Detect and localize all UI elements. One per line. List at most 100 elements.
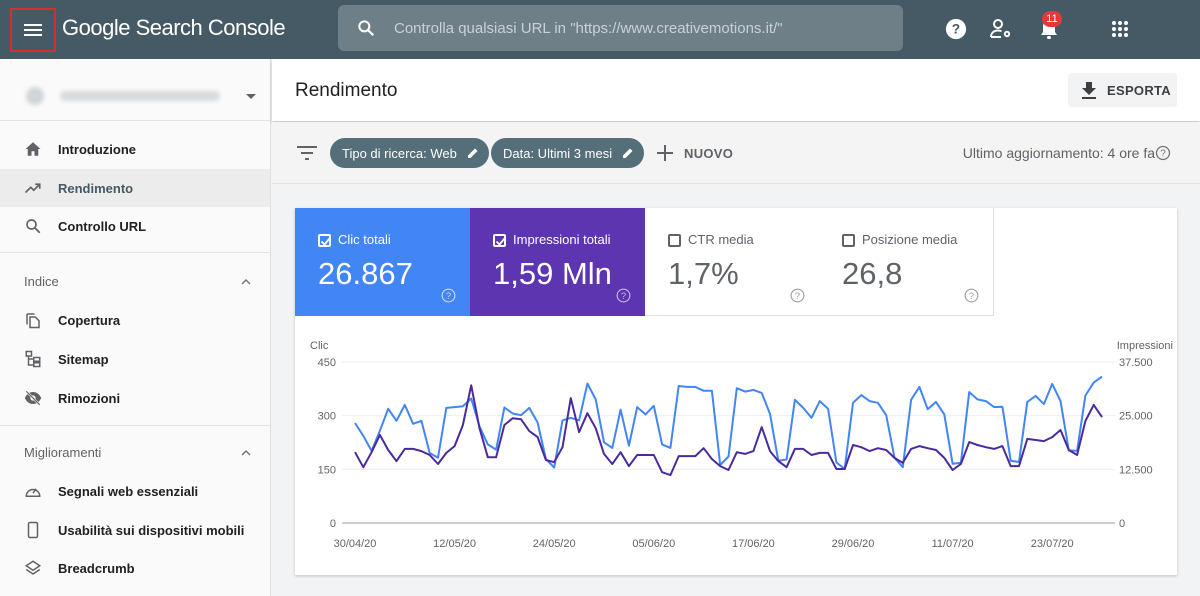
edit-icon [467,148,478,158]
property-selector[interactable] [0,65,270,121]
trending-up-icon [24,183,41,194]
metric-label: Posizione media [862,232,958,247]
page-title: Rendimento [295,80,398,101]
y-axis-left-title: Clic [310,340,329,352]
help-icon[interactable]: ? [1155,145,1171,161]
metric-value: 1,7% [668,256,739,291]
checkbox-unchecked[interactable] [668,234,681,247]
settings-user-button[interactable] [986,14,1016,44]
sidebar-item-breadcrumb[interactable]: Breadcrumb [0,549,270,587]
sidebar-item-usabilita-mobile[interactable]: Usabilità sui dispositivi mobili [0,511,270,549]
speedometer-icon [25,488,41,497]
checkbox-unchecked[interactable] [842,234,855,247]
smartphone-icon [27,521,39,539]
chip-label: Data: Ultimi 3 mesi [503,145,613,161]
sidebar-item-label: Rendimento [58,180,134,196]
chip-label: Tipo di ricerca: Web [342,145,457,161]
metric-tile-impressions[interactable]: Impressioni totali 1,59 Mln ? [470,208,645,316]
sidebar-item-sitemap[interactable]: Sitemap [0,340,270,378]
notifications-badge: 11 [1042,11,1062,27]
chart-svg: Clic Impressioni 0 150 300 450 0 12.500 25.000 37… [310,340,1173,550]
metric-value: 26,8 [842,256,903,291]
search-icon [26,219,41,234]
y-tick-label-right: 12.500 [1119,464,1153,476]
main-menu-button[interactable] [10,8,56,52]
help-icon[interactable]: ? [964,288,979,303]
help-icon[interactable]: ? [790,288,805,303]
filter-chip-date[interactable]: Data: Ultimi 3 mesi [491,138,645,168]
y-tick-label-left: 0 [330,518,336,530]
metric-tile-position[interactable]: Posizione media 26,8 ? [819,208,994,316]
help-icon[interactable]: ? [616,288,631,303]
chevron-up-icon[interactable] [241,448,251,458]
svg-text:?: ? [446,291,451,301]
y-tick-label-left: 150 [318,464,336,476]
series-line-impressioni [354,375,1103,470]
url-inspection-input[interactable] [394,19,874,37]
y-tick-label-left: 450 [318,357,336,369]
logo-product: Search Console [129,15,286,40]
x-tick-label: 12/05/20 [433,538,476,550]
checkbox-checked[interactable] [318,234,331,247]
apps-button[interactable] [1105,14,1135,44]
app-logo[interactable]: Google Search Console [62,15,286,41]
menu-icon [24,24,42,36]
logo-google: Google [62,15,130,40]
filter-bar: Tipo di ricerca: Web Data: Ultimi 3 mesi… [272,122,1200,184]
dropdown-caret-icon [246,94,256,99]
new-filter-button[interactable]: NUOVO [656,142,733,164]
sidebar-item-introduzione[interactable]: Introduzione [0,130,270,168]
sidebar-item-label: Controllo URL [58,218,147,234]
x-tick-label: 11/07/20 [932,538,974,550]
edit-icon [623,148,633,158]
filter-icon[interactable] [297,145,317,161]
metric-label: Clic totali [338,232,391,247]
metric-value: 26.867 [318,256,413,291]
x-tick-label: 30/04/20 [334,538,377,550]
filter-chip-search-type[interactable]: Tipo di ricerca: Web [330,138,489,168]
layers-icon [24,560,42,575]
sidebar-item-label: Introduzione [58,141,136,157]
download-icon [1082,82,1096,99]
section-title-indice: Indice [24,274,59,289]
checkbox-checked[interactable] [493,234,506,247]
sidebar-item-copertura[interactable]: Copertura [0,301,270,339]
series-line-clic [354,384,1103,477]
help-icon[interactable]: ? [441,288,456,303]
x-tick-label: 05/06/20 [632,538,675,550]
sidebar-item-controllo-url[interactable]: Controllo URL [0,207,270,245]
sidebar-item-label: Segnali web essenziali [58,483,199,499]
metric-label: CTR media [688,232,754,247]
sidebar-item-rendimento[interactable]: Rendimento [0,169,270,207]
section-title-miglioramenti: Miglioramenti [24,445,102,460]
sidebar-divider [0,425,270,426]
x-tick-label: 23/07/20 [1031,538,1074,550]
sidebar-item-rimozioni[interactable]: Rimozioni [0,379,270,417]
export-label: ESPORTA [1107,83,1171,98]
plus-icon [657,145,673,161]
user-settings-icon [990,19,1011,38]
property-name-blurred [60,91,220,101]
svg-text:?: ? [969,291,974,301]
metric-tile-ctr[interactable]: CTR media 1,7% ? [645,208,820,316]
svg-text:?: ? [952,22,960,37]
sidebar-divider [0,252,270,253]
sidebar: Introduzione Rendimento Controllo URL In… [0,59,271,596]
metric-label: Impressioni totali [513,232,611,247]
y-tick-label-right: 37.500 [1119,357,1153,369]
metric-value: 1,59 Mln [493,256,612,291]
sitemap-icon [25,350,41,368]
sidebar-item-segnali-web[interactable]: Segnali web essenziali [0,472,270,510]
new-filter-label: NUOVO [684,145,734,161]
search-icon[interactable] [338,18,394,38]
export-button[interactable]: ESPORTA [1068,73,1177,107]
sidebar-item-label: Rimozioni [58,390,121,406]
sidebar-item-label: Usabilità sui dispositivi mobili [58,522,245,538]
x-tick-label: 24/05/20 [533,538,576,550]
performance-chart: Clic Impressioni 0 150 300 450 0 12.500 25.000 37… [295,328,1177,575]
page-header: Rendimento ESPORTA [272,59,1200,121]
metric-tile-clicks[interactable]: Clic totali 26.867 ? [295,208,470,316]
apps-grid-icon [1112,21,1128,37]
chevron-up-icon[interactable] [241,277,251,287]
help-button[interactable]: ? [941,14,971,44]
